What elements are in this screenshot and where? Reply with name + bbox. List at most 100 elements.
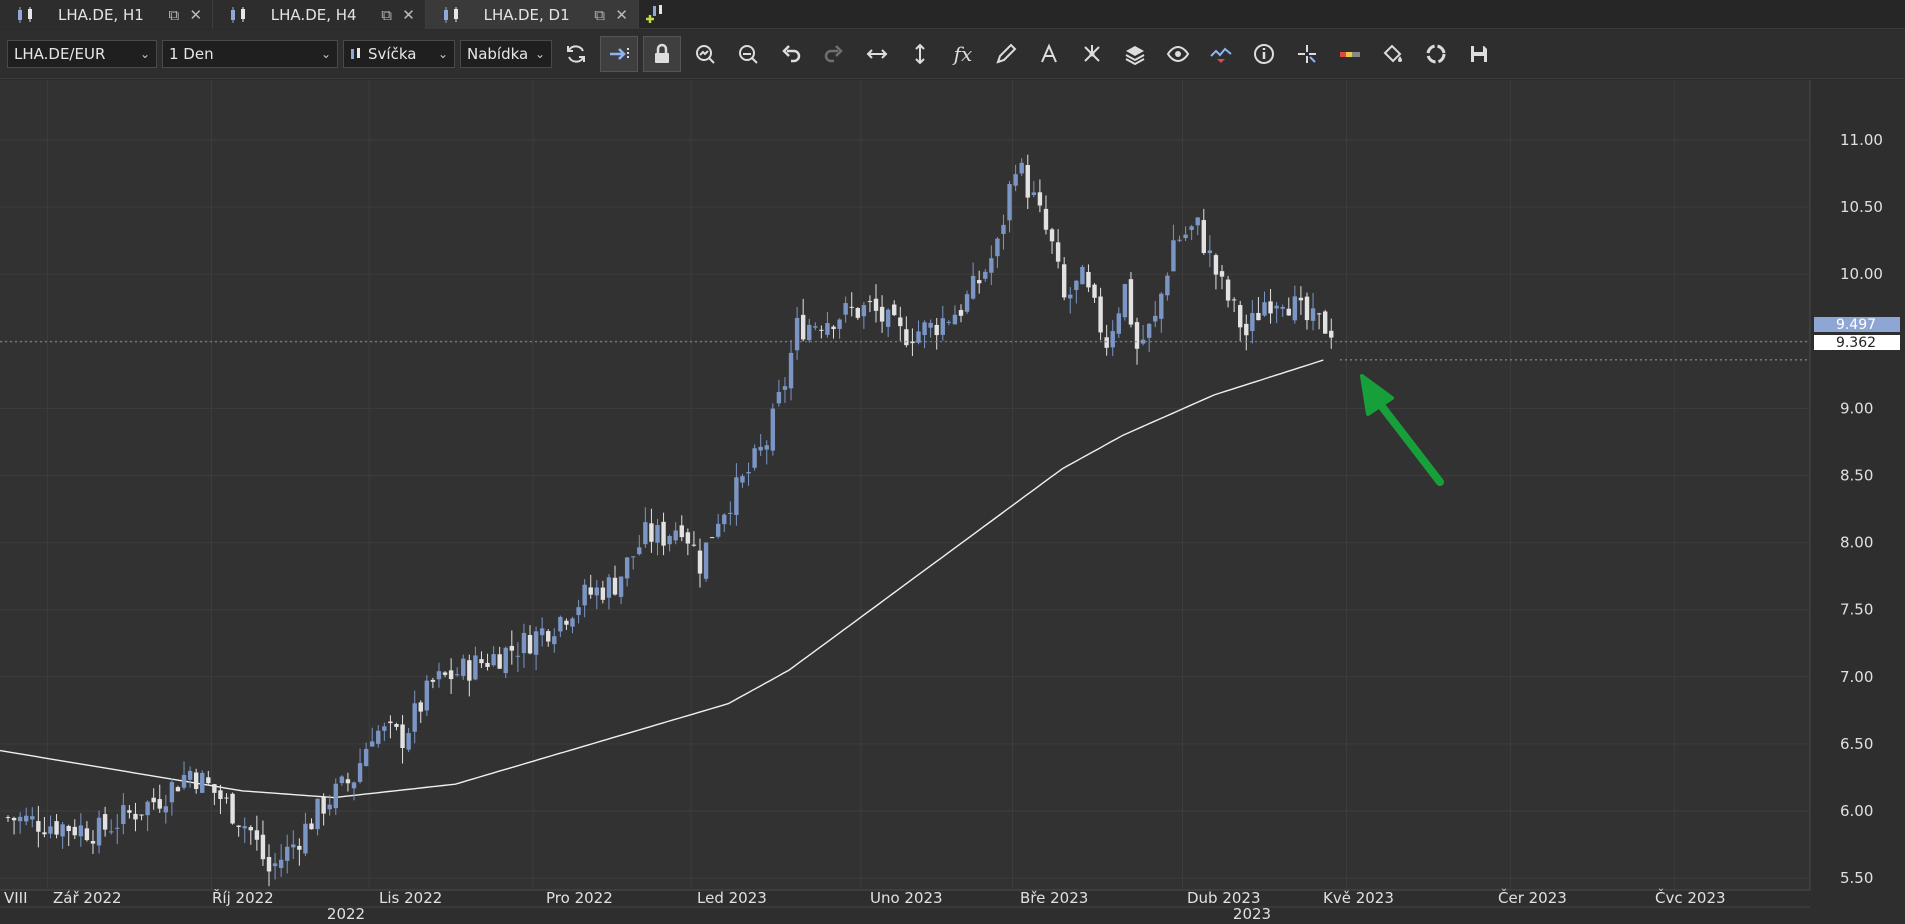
symbol-select[interactable]: LHA.DE/EUR ⌄: [7, 40, 157, 68]
save-button[interactable]: [1460, 36, 1498, 72]
chevron-down-icon: ⌄: [139, 47, 150, 61]
candle-body: [776, 391, 782, 404]
candle-body: [643, 522, 648, 545]
tab-lha-h4[interactable]: LHA.DE, H4 ⧉ ✕: [212, 0, 426, 29]
candle-body: [1110, 331, 1115, 348]
candle-body: [831, 326, 836, 330]
tab-label: LHA.DE, H1: [58, 5, 144, 24]
month-tick-label: Led 2023: [697, 889, 767, 907]
candle-body: [995, 238, 1000, 257]
tab-lha-h1[interactable]: LHA.DE, H1 ⧉ ✕: [0, 0, 213, 29]
pencil-icon: [996, 43, 1017, 64]
fill-button[interactable]: [1374, 36, 1412, 72]
candle-body: [1086, 272, 1091, 288]
undo-button[interactable]: [772, 36, 810, 72]
candle-body: [291, 844, 296, 848]
candle-body: [1195, 217, 1200, 226]
candle-body: [1031, 192, 1037, 196]
candle-body: [36, 821, 41, 832]
candle-body: [1146, 323, 1152, 338]
price-chart[interactable]: 11.0010.5010.009.509.008.508.007.507.006…: [0, 80, 1905, 924]
candle-body: [898, 317, 903, 327]
candle-body: [1037, 192, 1043, 206]
candle-body: [5, 817, 11, 819]
zoom-in-button[interactable]: [686, 36, 724, 72]
candle-body: [843, 303, 848, 315]
candle-body: [631, 556, 636, 558]
zoom-out-button[interactable]: [729, 36, 767, 72]
price-side-select[interactable]: Nabídka ⌄: [460, 40, 552, 68]
candle-body: [1122, 284, 1128, 318]
candle-body: [327, 804, 332, 810]
candle-body: [546, 631, 551, 642]
candle-body: [42, 832, 47, 835]
candle-body: [503, 647, 508, 674]
candle-body: [145, 801, 150, 816]
candle-body: [382, 726, 387, 731]
candle-body: [873, 298, 879, 311]
chart-shift-button[interactable]: [600, 36, 638, 72]
add-chart-tab-button[interactable]: [639, 0, 673, 28]
candle-body: [497, 654, 502, 669]
chart-type-select[interactable]: Svíčka ⌄: [343, 40, 455, 68]
tab-lha-d1[interactable]: LHA.DE, D1 ⧉ ✕: [425, 0, 639, 29]
candle-body: [1074, 280, 1079, 291]
alerts-button[interactable]: [1202, 36, 1240, 72]
indicators-button[interactable]: fx: [944, 36, 982, 72]
candle-body: [855, 308, 860, 318]
redo-button[interactable]: [815, 36, 853, 72]
tab-label: LHA.DE, H4: [270, 5, 357, 24]
close-icon[interactable]: ✕: [614, 7, 630, 23]
refresh-button[interactable]: [557, 36, 595, 72]
timeframe-value: 1 Den: [169, 45, 214, 63]
color-theme-button[interactable]: [1331, 36, 1369, 72]
close-icon[interactable]: ✕: [188, 7, 204, 23]
crosshair-button[interactable]: [1288, 36, 1326, 72]
candle-body: [224, 797, 229, 799]
candle-body: [151, 797, 156, 803]
sync-button[interactable]: [1417, 36, 1455, 72]
candle-body: [297, 845, 302, 850]
candle-body: [1262, 302, 1267, 316]
candle-body: [66, 825, 71, 832]
chart-alert-icon: [1210, 47, 1232, 63]
timeframe-select[interactable]: 1 Den ⌄: [162, 40, 338, 68]
candle-body: [649, 523, 654, 542]
text-button[interactable]: [1030, 36, 1068, 72]
candle-body: [849, 306, 854, 308]
lock-button[interactable]: [643, 36, 681, 72]
visibility-button[interactable]: [1159, 36, 1197, 72]
candle-body: [309, 823, 314, 830]
vertical-scale-button[interactable]: [901, 36, 939, 72]
year-tick-label: 2022: [327, 905, 365, 923]
candle-body: [958, 310, 964, 316]
candle-body: [788, 352, 794, 389]
chart-tab-bar: LHA.DE, H1 ⧉ ✕ LHA.DE, H4 ⧉ ✕ LHA.DE, D1…: [0, 0, 1905, 29]
candle-body: [782, 386, 788, 390]
candle-body: [491, 654, 496, 666]
chevron-down-icon: ⌄: [320, 47, 331, 61]
info-button[interactable]: [1245, 36, 1283, 72]
month-tick-label: Lis 2022: [379, 889, 442, 907]
candle-body: [418, 702, 423, 712]
candle-body: [977, 280, 982, 284]
chart-area[interactable]: 11.0010.5010.009.509.008.508.007.507.006…: [0, 80, 1905, 924]
candle-body: [315, 798, 320, 830]
ma-price-label: 9.362: [1836, 335, 1876, 351]
popout-icon[interactable]: ⧉: [379, 7, 395, 23]
price-tick-label: 10.00: [1840, 265, 1883, 283]
candle-body: [764, 445, 769, 450]
candle-body: [1207, 250, 1213, 254]
layers-button[interactable]: [1116, 36, 1154, 72]
candle-body: [60, 824, 65, 837]
candle-body: [1019, 162, 1024, 174]
draw-button[interactable]: [987, 36, 1025, 72]
candle-body: [685, 532, 691, 544]
popout-icon[interactable]: ⧉: [592, 7, 608, 23]
candle-body: [1177, 239, 1182, 241]
horizontal-scale-button[interactable]: [858, 36, 896, 72]
popout-icon[interactable]: ⧉: [166, 7, 182, 23]
close-icon[interactable]: ✕: [401, 7, 417, 23]
candle-body: [351, 782, 357, 789]
objects-button[interactable]: [1073, 36, 1111, 72]
